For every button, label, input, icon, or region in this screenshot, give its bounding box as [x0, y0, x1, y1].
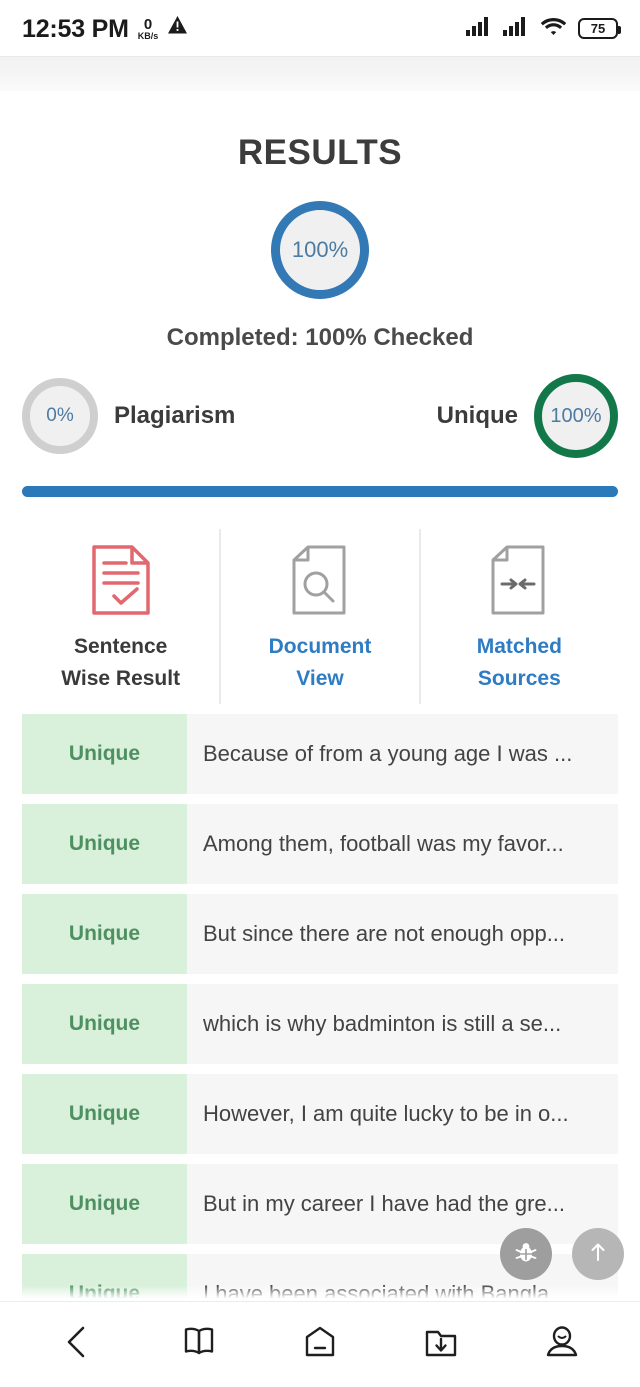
person-icon	[543, 1323, 581, 1366]
sentence-text: However, I am quite lucky to be in o...	[203, 1101, 569, 1126]
tab-label-line1: Document	[268, 635, 372, 658]
tab-label-line2: Wise Result	[61, 666, 181, 690]
home-button[interactable]	[284, 1314, 356, 1376]
downloads-button[interactable]	[405, 1314, 477, 1376]
warning-triangle-icon	[167, 15, 188, 40]
signal-bars-icon	[503, 16, 529, 41]
status-bar: 12:53 PM 0 KB/s 75	[0, 0, 640, 56]
completed-status-text: Completed: 100% Checked	[166, 324, 474, 351]
wifi-icon	[540, 16, 567, 41]
sentence-status-badge: Unique	[22, 984, 187, 1064]
sentence-status-badge: Unique	[22, 714, 187, 794]
status-bar-right: 75	[466, 16, 621, 41]
plagiarism-ring: 0%	[22, 378, 98, 454]
sentence-text: Because of from a young age I was ...	[203, 741, 573, 766]
status-clock: 12:53 PM	[22, 14, 129, 43]
home-icon	[300, 1323, 340, 1366]
tab-matched-sources-label: Matched Sources	[477, 631, 562, 694]
unique-value: 100%	[550, 404, 602, 427]
overall-progress-ring: 100%	[271, 201, 369, 299]
sentence-row[interactable]: Unique which is why badminton is still a…	[22, 984, 618, 1064]
sentence-text: But since there are not enough opp...	[203, 921, 566, 946]
network-speed-unit: KB/s	[137, 30, 159, 41]
sentence-text: But in my career I have had the gre...	[203, 1191, 565, 1216]
tab-sentence-wise-result[interactable]: Sentence Wise Result	[22, 529, 219, 704]
bookmarks-button[interactable]	[163, 1314, 235, 1376]
page-title: RESULTS	[237, 133, 403, 172]
document-arrows-icon	[490, 543, 548, 617]
progress-bar-track	[22, 486, 618, 497]
battery-level: 75	[590, 20, 606, 36]
sentence-row[interactable]: Unique However, I am quite lucky to be i…	[22, 1074, 618, 1154]
network-speed-value: 0	[143, 15, 153, 33]
folder-download-icon	[422, 1323, 460, 1366]
unique-ring: 100%	[534, 374, 618, 458]
page-content: RESULTS 100% Completed: 100% Checked 0% …	[0, 91, 640, 1344]
arrow-up-icon	[587, 1240, 609, 1269]
tab-label-line2: Sources	[477, 666, 561, 690]
status-bar-left: 12:53 PM 0 KB/s	[22, 15, 188, 42]
bug-report-button[interactable]	[500, 1228, 552, 1280]
plagiarism-label: Plagiarism	[114, 402, 236, 429]
unique-label: Unique	[436, 402, 518, 429]
plagiarism-value: 0%	[46, 405, 74, 426]
network-speed-indicator: 0 KB/s	[138, 17, 159, 41]
battery-indicator: 75	[578, 17, 621, 39]
content-fade-mask	[0, 1285, 640, 1301]
back-button[interactable]	[42, 1314, 114, 1376]
overall-progress-value: 100%	[291, 237, 349, 262]
tab-sentence-wise-result-label: Sentence Wise Result	[61, 631, 180, 694]
plagiarism-stat: 0% Plagiarism	[22, 378, 235, 454]
browser-chrome-strip	[0, 56, 640, 91]
book-icon	[180, 1323, 218, 1366]
sentence-text: which is why badminton is still a se...	[203, 1011, 562, 1036]
sentence-text: Among them, football was my favor...	[203, 831, 564, 856]
progress-bar-fill	[22, 486, 618, 497]
tab-label-line2: View	[296, 666, 344, 690]
sentence-status-badge: Unique	[22, 1074, 187, 1154]
sentence-row[interactable]: Unique Among them, football was my favor…	[22, 804, 618, 884]
unique-stat: Unique 100%	[437, 374, 618, 458]
bottom-navigation-bar	[0, 1301, 640, 1387]
sentence-row[interactable]: Unique But since there are not enough op…	[22, 894, 618, 974]
sentence-status-badge: Unique	[22, 804, 187, 884]
scroll-to-top-button[interactable]	[572, 1228, 624, 1280]
score-summary-row: 0% Plagiarism Unique 100%	[0, 374, 640, 458]
result-view-tabs: Sentence Wise Result Document View Match…	[0, 529, 640, 704]
sentence-row[interactable]: Unique Because of from a young age I was…	[22, 714, 618, 794]
bug-icon	[513, 1239, 539, 1270]
document-check-icon	[90, 543, 152, 617]
chevron-left-icon	[61, 1323, 95, 1366]
tab-document-view[interactable]: Document View	[219, 529, 418, 704]
tab-label-line1: Matched	[476, 635, 562, 658]
app-root: 12:53 PM 0 KB/s 75 RESULTS 100% Complete…	[0, 0, 640, 1387]
tab-document-view-label: Document View	[269, 631, 372, 694]
sentence-status-badge: Unique	[22, 1164, 187, 1244]
document-search-icon	[291, 543, 349, 617]
signal-bars-icon	[466, 16, 492, 41]
overall-progress-ring-wrap: 100%	[0, 201, 640, 299]
tab-label-line1: Sentence	[73, 635, 168, 658]
tab-matched-sources[interactable]: Matched Sources	[418, 529, 618, 704]
profile-button[interactable]	[526, 1314, 598, 1376]
sentence-status-badge: Unique	[22, 894, 187, 974]
